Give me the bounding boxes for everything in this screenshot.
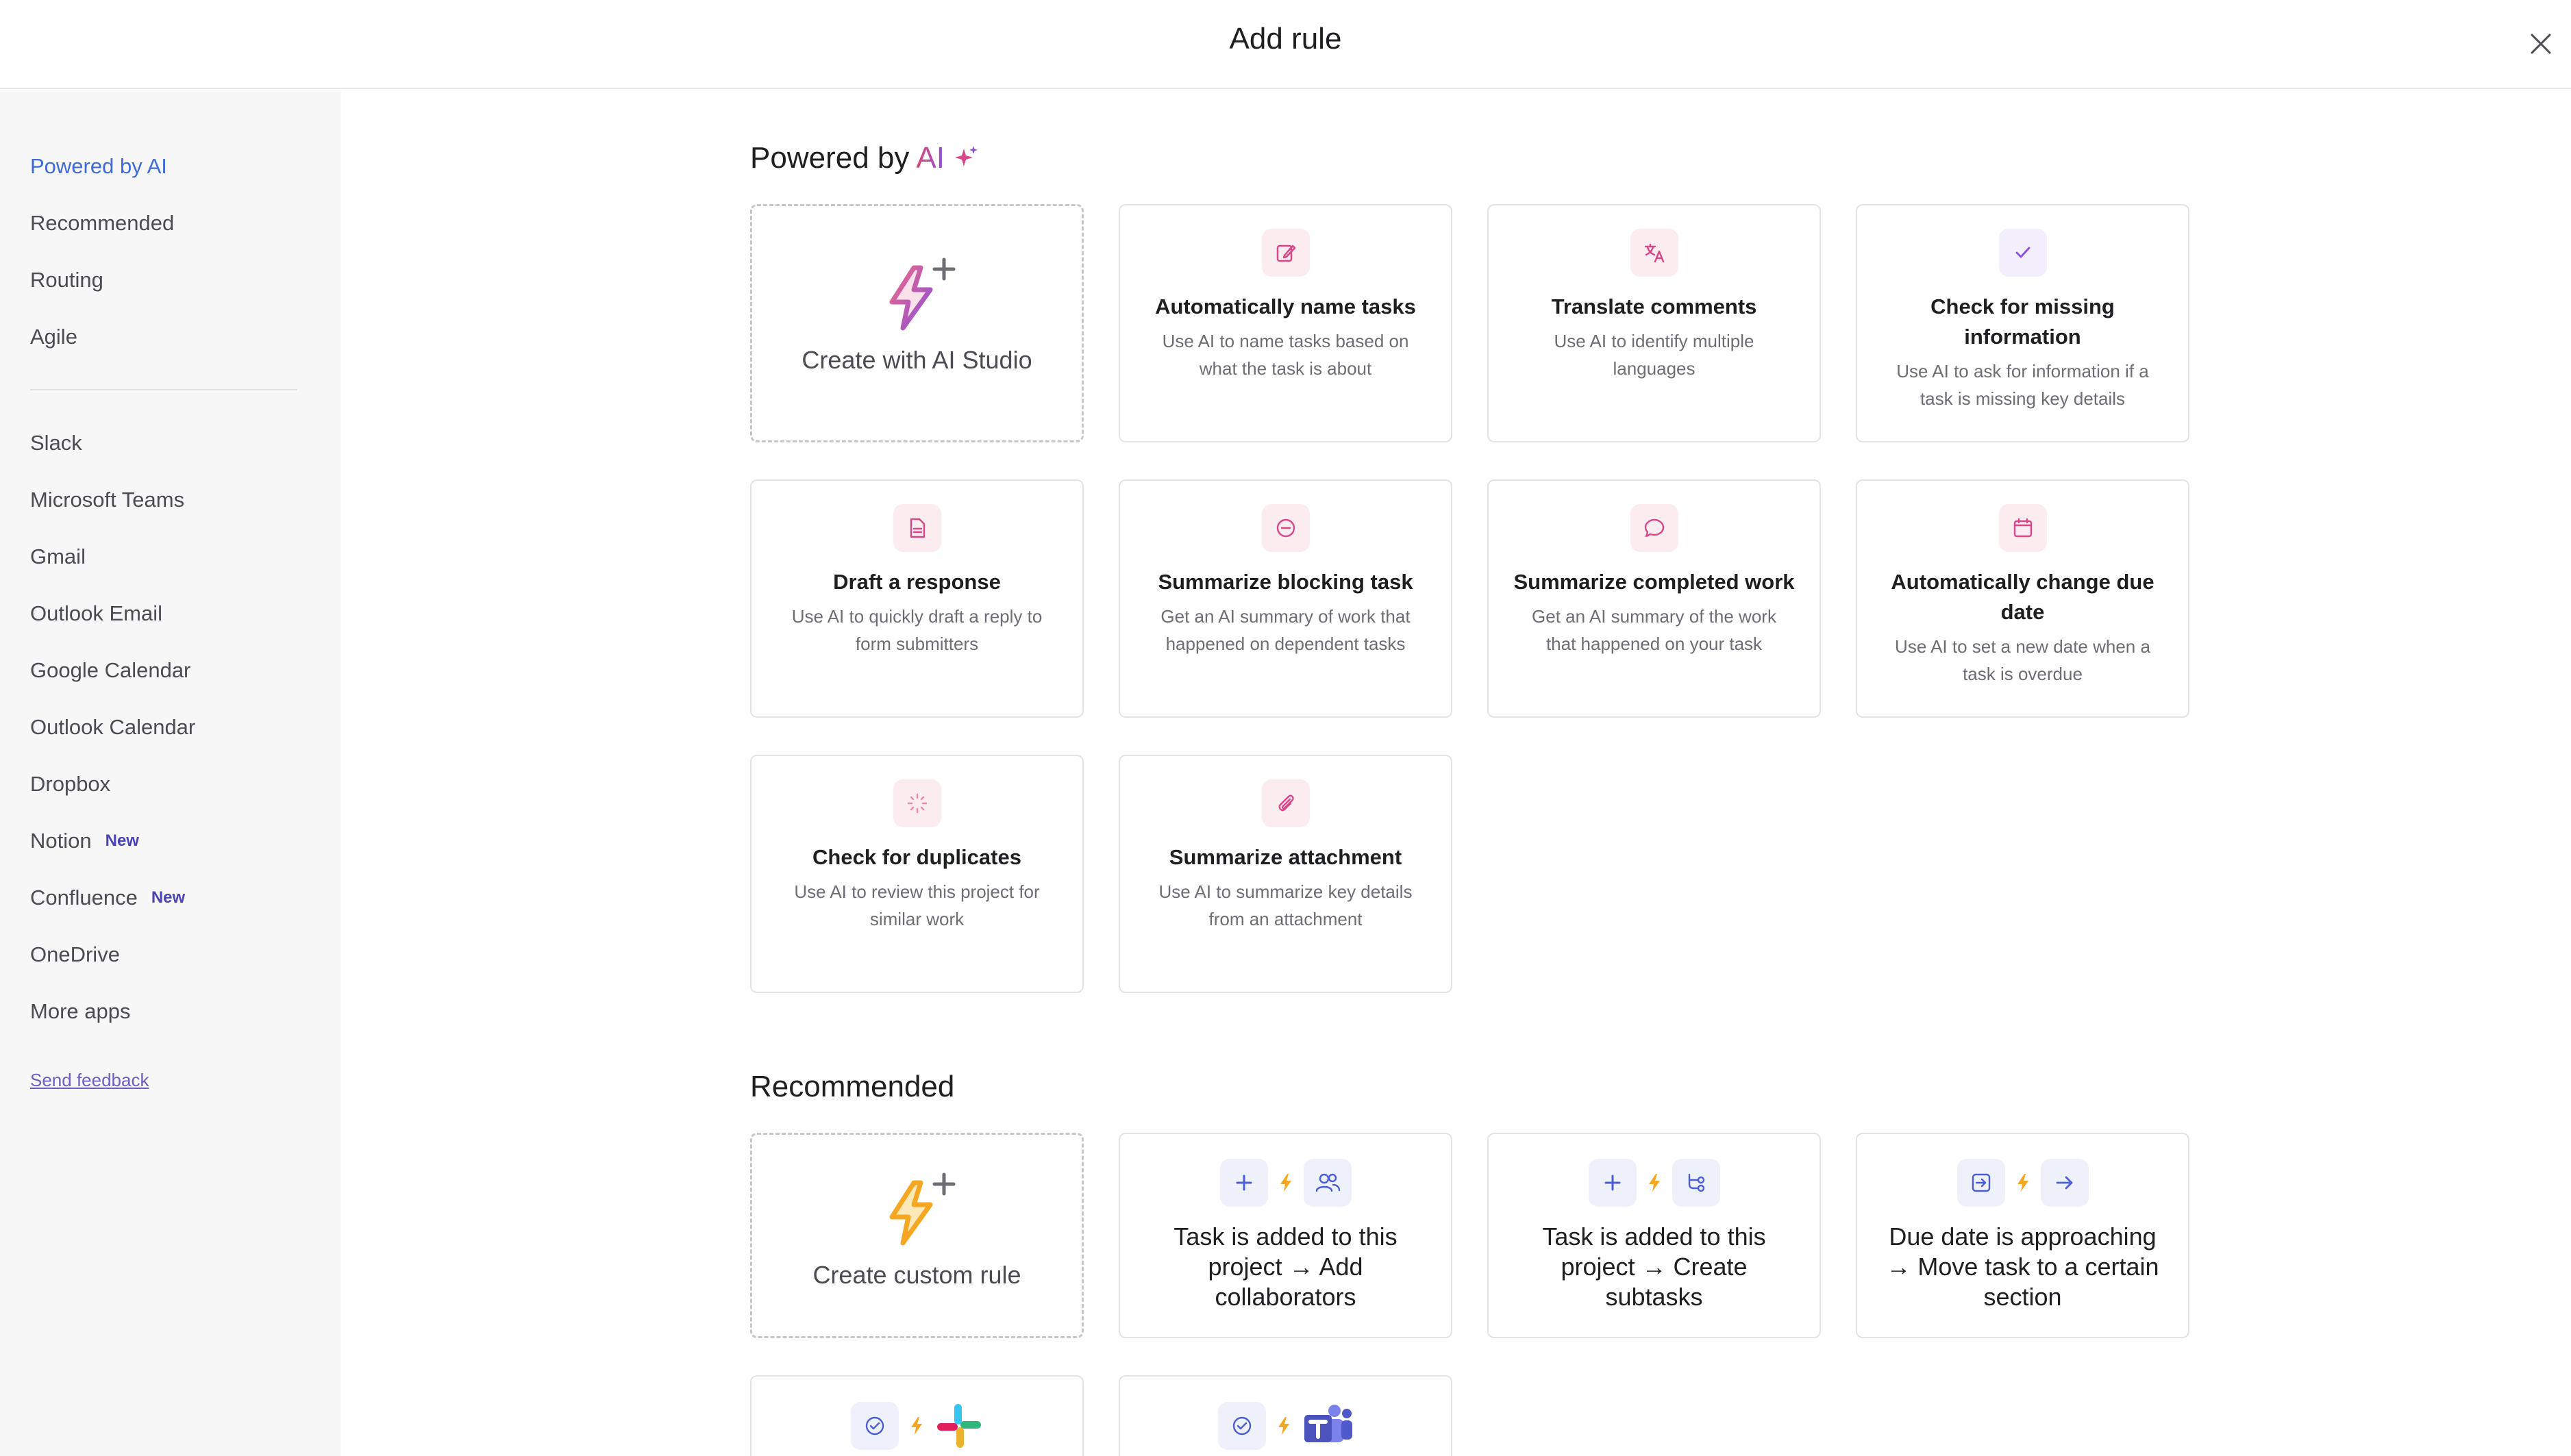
subtasks-icon [1672, 1159, 1720, 1207]
ai-rule-card[interactable]: Automatically change due date Use AI to … [1856, 479, 2189, 718]
bolt-icon [2017, 1174, 2028, 1192]
close-icon [2531, 34, 2551, 54]
sparkle-icon [954, 146, 978, 166]
sidebar-item-confluence[interactable]: Confluence New [30, 881, 185, 915]
people-icon [1303, 1159, 1352, 1207]
blocked-icon [1261, 504, 1310, 552]
sidebar-item-routing[interactable]: Routing [30, 263, 103, 297]
recommended-rule-card[interactable]: Task is added to this project → Add coll… [1119, 1133, 1452, 1338]
calendar-icon [1998, 504, 2047, 552]
recommended-rule-card[interactable] [750, 1375, 1084, 1456]
sidebar-divider [30, 389, 297, 390]
ai-rule-card[interactable]: Check for duplicates Use AI to review th… [750, 755, 1084, 993]
plus-icon [1588, 1159, 1637, 1207]
bolt-icon [1648, 1174, 1660, 1192]
bolt-icon [910, 1417, 922, 1435]
paperclip-icon [1261, 779, 1310, 827]
recommended-rule-card[interactable] [1119, 1375, 1452, 1456]
create-with-ai-studio-card[interactable]: Create with AI Studio [750, 204, 1084, 442]
sidebar-item-agile[interactable]: Agile [30, 320, 77, 354]
create-custom-rule-card[interactable]: Create custom rule [750, 1133, 1084, 1338]
dialog-header: Add rule [0, 0, 2571, 89]
create-custom-rule-label: Create custom rule [812, 1261, 1021, 1289]
sidebar-item-microsoft-teams[interactable]: Microsoft Teams [30, 483, 184, 517]
ai-rule-card[interactable]: Summarize blocking task Get an AI summar… [1119, 479, 1452, 718]
loading-icon [893, 779, 941, 827]
close-button[interactable] [2522, 25, 2560, 63]
microsoft-teams-icon [1304, 1405, 1352, 1442]
sidebar-item-google-calendar[interactable]: Google Calendar [30, 653, 190, 688]
new-badge: New [151, 888, 186, 907]
sidebar-item-recommended[interactable]: Recommended [30, 206, 174, 240]
bolt-icon [889, 1172, 955, 1246]
ai-bolt-icon [889, 258, 955, 331]
ai-rule-card[interactable]: Summarize completed work Get an AI summa… [1487, 479, 1821, 718]
dialog-title: Add rule [1229, 22, 1342, 55]
sidebar-item-outlook-calendar[interactable]: Outlook Calendar [30, 710, 195, 744]
sidebar-item-outlook-email[interactable]: Outlook Email [30, 597, 162, 631]
ai-rule-card[interactable]: Summarize attachment Use AI to summarize… [1119, 755, 1452, 993]
sidebar-item-slack[interactable]: Slack [30, 426, 82, 460]
translate-icon [1630, 229, 1678, 277]
create-with-ai-studio-label: Create with AI Studio [802, 346, 1032, 374]
slack-icon [936, 1404, 981, 1448]
arrow-right-icon [2040, 1159, 2089, 1207]
recommended-rule-card[interactable]: Due date is approaching → Move task to a… [1856, 1133, 2189, 1338]
check-circle-icon [1217, 1402, 1266, 1450]
new-badge: New [105, 831, 139, 850]
document-icon [893, 504, 941, 552]
sidebar-item-gmail[interactable]: Gmail [30, 540, 86, 574]
bolt-icon [1280, 1174, 1291, 1192]
comment-icon [1630, 504, 1678, 552]
send-feedback-link[interactable]: Send feedback [30, 1070, 149, 1091]
sidebar-item-notion[interactable]: Notion New [30, 824, 139, 858]
ai-rule-card[interactable]: Translate comments Use AI to identify mu… [1487, 204, 1821, 442]
sidebar-item-powered-by-ai[interactable]: Powered by AI [30, 149, 167, 184]
bolt-icon [1278, 1417, 1289, 1435]
ai-rule-card[interactable]: Draft a response Use AI to quickly draft… [750, 479, 1084, 718]
calendar-arrow-icon [1957, 1159, 2005, 1207]
sidebar-item-more-apps[interactable]: More apps [30, 994, 130, 1029]
check-circle-icon [850, 1402, 899, 1450]
sidebar-item-onedrive[interactable]: OneDrive [30, 938, 120, 972]
sidebar: Powered by AI Recommended Routing Agile … [0, 90, 341, 1456]
sidebar-item-dropbox[interactable]: Dropbox [30, 767, 110, 801]
section-title-recommended: Recommended [750, 1070, 955, 1103]
section-title-ai: Powered by AI [750, 141, 979, 175]
ai-rule-card[interactable]: Automatically name tasks Use AI to name … [1119, 204, 1452, 442]
check-icon [1998, 229, 2047, 277]
ai-rule-card[interactable]: Check for missing information Use AI to … [1856, 204, 2189, 442]
edit-icon [1261, 229, 1310, 277]
main-content: Powered by AI Create with AI Studio Auto… [341, 90, 2571, 1456]
recommended-rule-card[interactable]: Task is added to this project → Create s… [1487, 1133, 1821, 1338]
plus-icon [1219, 1159, 1268, 1207]
